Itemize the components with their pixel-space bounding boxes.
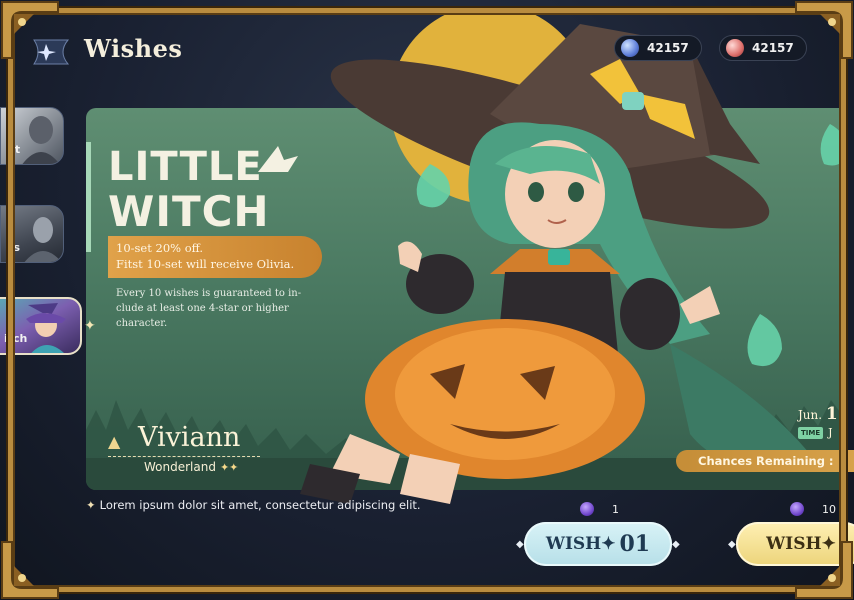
title-accent-bar [86, 142, 91, 252]
page-title: Wishes [84, 34, 183, 63]
time-value: J [828, 426, 833, 439]
time-badge: TIME [798, 426, 824, 439]
sparkle-icon: ✦ [821, 534, 836, 554]
sparkle-icon: ✦✦ [219, 461, 239, 474]
wish-ten-button[interactable]: WISH ✦ [736, 522, 854, 566]
title-line-1: LITTLE [108, 144, 263, 190]
notice-text: ✦ Lorem ipsum dolor sit amet, consectetur… [86, 498, 421, 512]
banner-title-logo: LITTLE WITCH [108, 142, 308, 236]
cost-value: 1 [612, 502, 619, 516]
cost-value: 10 [822, 502, 836, 516]
wishes-screen: Wishes 42157 42157 nt ss itch ✦ LITTLE W… [0, 0, 854, 600]
tab-portrait [24, 217, 62, 262]
wish-once-button[interactable]: WISH ✦ 01 [524, 522, 672, 566]
currency-counter[interactable]: 42157 [614, 35, 702, 61]
notice-label: Lorem ipsum dolor sit amet, consectetur … [99, 498, 421, 512]
sparkle-icon: ✦ [601, 534, 616, 554]
wish-ticket-icon [580, 502, 594, 516]
banner-tab[interactable]: ss [0, 205, 64, 263]
title-line-2: WITCH [108, 187, 270, 230]
chances-remaining: Chances Remaining : [676, 450, 854, 472]
tab-label: nt [7, 143, 21, 156]
rate-up-icon: ▲ [108, 432, 121, 451]
offer-line: 10-set 20% off. [116, 241, 204, 255]
wish-label: WISH [545, 534, 602, 554]
tab-portrait [26, 303, 66, 353]
name-divider [108, 456, 260, 457]
banner-tab-active[interactable]: itch [0, 297, 82, 355]
currency-value: 42157 [752, 41, 794, 55]
tab-label: ss [7, 241, 21, 254]
wish-label: WISH [766, 534, 822, 554]
wish-cost: 1 [580, 502, 619, 516]
date-month: Jun. [798, 408, 823, 422]
tab-label: itch [4, 332, 28, 345]
tab-portrait [22, 116, 60, 164]
character-artwork [290, 4, 854, 514]
diamond-ornament: ◆ [672, 539, 680, 550]
event-time: TIME J [798, 426, 833, 439]
back-button[interactable] [28, 34, 72, 70]
subtitle-text: Wonderland [144, 460, 216, 474]
sparkle-icon: ✦ [84, 318, 96, 334]
currency-counter[interactable]: 42157 [719, 35, 807, 61]
event-date: Jun. 1 [798, 404, 838, 424]
wish-count: 01 [619, 531, 651, 557]
diamond-ornament: ◆ [728, 539, 736, 550]
banner-tab[interactable]: nt [0, 107, 64, 165]
back-star-icon [33, 39, 70, 65]
wish-cost: 10 [790, 502, 836, 516]
character-name: Viviann [138, 422, 241, 453]
offer-line: Fitst 10-set will receive Olivia. [116, 257, 295, 271]
sparkle-icon: ✦ [86, 498, 96, 512]
character-subtitle: Wonderland ✦✦ [144, 460, 238, 474]
currency-value: 42157 [647, 41, 689, 55]
diamond-ornament: ◆ [516, 539, 524, 550]
frame-corner-ornament [0, 540, 60, 600]
red-gem-icon [726, 39, 744, 57]
wish-ticket-icon [790, 502, 804, 516]
date-day: 1 [825, 404, 838, 424]
blue-gem-icon [621, 39, 639, 57]
